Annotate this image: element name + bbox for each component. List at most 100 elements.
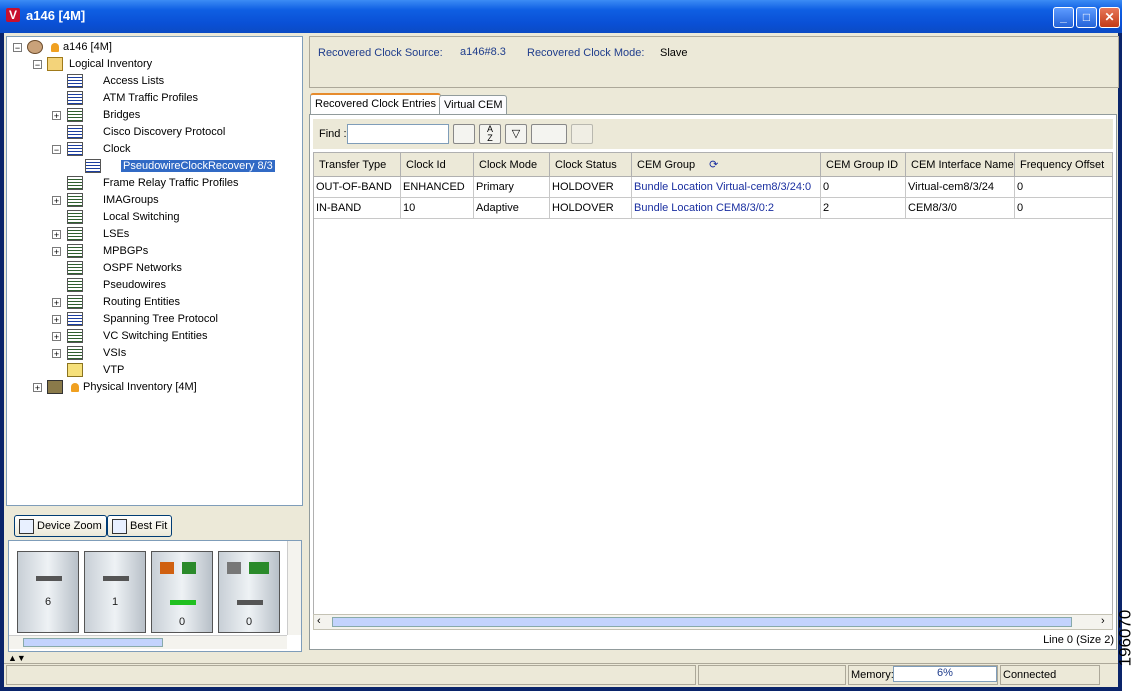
table-cell[interactable]: Virtual-cem8/3/24 bbox=[906, 177, 1015, 198]
alarm-bell-icon bbox=[51, 42, 59, 52]
chassis-icon bbox=[47, 380, 63, 395]
tree-item-clock[interactable]: Clock bbox=[67, 141, 131, 157]
chassis-slot[interactable]: 6 bbox=[17, 551, 79, 633]
table-cell[interactable]: HOLDOVER bbox=[550, 198, 632, 219]
expand-toggle[interactable]: + bbox=[52, 332, 61, 342]
port-icon bbox=[227, 562, 241, 574]
tree-physical-inventory[interactable]: Physical Inventory [4M] bbox=[47, 379, 197, 395]
column-header[interactable]: CEM Group ID bbox=[821, 153, 906, 177]
scroll-left-icon[interactable]: ‹ bbox=[317, 615, 321, 627]
collapse-toggle[interactable]: − bbox=[13, 43, 22, 53]
cem-group-link[interactable]: Bundle Location Virtual-cem8/3/24:0 bbox=[632, 177, 821, 198]
tree-item[interactable]: Access Lists bbox=[67, 73, 164, 89]
mode-value: Slave bbox=[660, 47, 688, 59]
expand-toggle[interactable]: + bbox=[33, 383, 42, 393]
table-cell[interactable]: Adaptive bbox=[474, 198, 550, 219]
tree-logical-inventory[interactable]: Logical Inventory bbox=[47, 56, 152, 72]
column-header[interactable]: CEM Group ⟳ bbox=[632, 153, 821, 177]
scroll-thumb[interactable] bbox=[23, 638, 163, 647]
inventory-tree[interactable]: − a146 [4M] − Logical Inventory Access L… bbox=[6, 36, 303, 506]
column-header[interactable]: Frequency Offset bbox=[1015, 153, 1112, 177]
tree-item[interactable]: Spanning Tree Protocol bbox=[67, 311, 218, 327]
tree-item[interactable]: Frame Relay Traffic Profiles bbox=[67, 175, 239, 191]
scroll-right-icon[interactable]: › bbox=[1101, 615, 1105, 627]
filter-icon[interactable]: ▽ bbox=[505, 124, 527, 144]
tab-virtual-cem[interactable]: Virtual CEM bbox=[439, 95, 508, 115]
best-fit-button[interactable]: Best Fit bbox=[107, 515, 173, 537]
expand-toggle[interactable]: + bbox=[52, 315, 61, 325]
table-cell[interactable]: 10 bbox=[401, 198, 474, 219]
collapse-toggle[interactable]: − bbox=[52, 145, 61, 155]
tree-item[interactable]: LSEs bbox=[67, 226, 129, 242]
tree-item[interactable]: VC Switching Entities bbox=[67, 328, 208, 344]
table-icon bbox=[67, 176, 83, 191]
tab-recovered-clock-entries[interactable]: Recovered Clock Entries bbox=[310, 93, 442, 115]
device-view[interactable]: 6 1 0 0 bbox=[8, 540, 302, 652]
close-button[interactable]: ✕ bbox=[1099, 7, 1120, 28]
table-cell[interactable]: 2 bbox=[821, 198, 906, 219]
clock-info-panel: Recovered Clock Source: a146#8.3 Recover… bbox=[309, 36, 1119, 88]
split-arrows-icon[interactable]: ▲▼ bbox=[8, 653, 26, 663]
device-zoom-button[interactable]: Device Zoom bbox=[14, 515, 107, 537]
save-icon[interactable] bbox=[453, 124, 475, 144]
tree-item[interactable]: Local Switching bbox=[67, 209, 179, 225]
expand-toggle[interactable]: + bbox=[52, 196, 61, 206]
table-cell[interactable]: IN-BAND bbox=[314, 198, 401, 219]
table-icon bbox=[67, 210, 83, 225]
tree-item[interactable]: VSIs bbox=[67, 345, 126, 361]
tree-item[interactable]: MPBGPs bbox=[67, 243, 148, 259]
table-hscroll[interactable]: ‹ › bbox=[313, 614, 1113, 630]
table-cell[interactable]: ENHANCED bbox=[401, 177, 474, 198]
tree-item[interactable]: IMAGroups bbox=[67, 192, 159, 208]
minimize-button[interactable]: _ bbox=[1053, 7, 1074, 28]
column-header[interactable]: Clock Status bbox=[550, 153, 632, 177]
table-cell[interactable]: 0 bbox=[821, 177, 906, 198]
tree-item-selected[interactable]: PseudowireClockRecovery 8/3 bbox=[85, 158, 275, 174]
tree-item[interactable]: Cisco Discovery Protocol bbox=[67, 124, 225, 140]
column-header[interactable]: Transfer Type bbox=[314, 153, 401, 177]
tree-root[interactable]: a146 [4M] bbox=[27, 39, 112, 55]
tree-item[interactable]: Bridges bbox=[67, 107, 140, 123]
device-hscroll[interactable] bbox=[9, 635, 287, 649]
column-header[interactable]: Clock Id bbox=[401, 153, 474, 177]
sort-az-icon[interactable]: AZ bbox=[479, 124, 501, 144]
table-cell[interactable]: Primary bbox=[474, 177, 550, 198]
table-cell[interactable]: HOLDOVER bbox=[550, 177, 632, 198]
columns-dropdown-icon[interactable] bbox=[531, 124, 567, 144]
tree-item[interactable]: OSPF Networks bbox=[67, 260, 182, 276]
expand-toggle[interactable]: + bbox=[52, 247, 61, 257]
tree-item[interactable]: ATM Traffic Profiles bbox=[67, 90, 198, 106]
scroll-thumb[interactable] bbox=[332, 617, 1072, 627]
source-value: a146#8.3 bbox=[460, 46, 506, 58]
expand-toggle[interactable]: + bbox=[52, 230, 61, 240]
cem-group-link[interactable]: Bundle Location CEM8/3/0:2 bbox=[632, 198, 821, 219]
device-vscroll[interactable] bbox=[287, 541, 301, 635]
chassis-slot[interactable]: 1 bbox=[84, 551, 146, 633]
table-cell[interactable]: OUT-OF-BAND bbox=[314, 177, 401, 198]
maximize-button[interactable]: □ bbox=[1076, 7, 1097, 28]
column-header[interactable]: CEM Interface Name bbox=[906, 153, 1015, 177]
source-label: Recovered Clock Source: bbox=[318, 47, 443, 59]
refresh-link-icon[interactable]: ⟳ bbox=[709, 159, 718, 171]
table-icon bbox=[67, 91, 83, 106]
table-icon bbox=[67, 295, 83, 310]
clock-entries-table[interactable]: Transfer Type Clock Id Clock Mode Clock … bbox=[313, 152, 1113, 622]
title-bar[interactable]: V a146 [4M] _ □ ✕ bbox=[0, 0, 1122, 33]
collapse-toggle[interactable]: − bbox=[33, 60, 42, 70]
port-icon bbox=[182, 562, 196, 574]
find-input[interactable] bbox=[347, 124, 449, 144]
table-cell[interactable]: 0 bbox=[1015, 177, 1112, 198]
tree-item[interactable]: Pseudowires bbox=[67, 277, 166, 293]
chassis-slot[interactable]: 0 bbox=[151, 551, 213, 633]
expand-toggle[interactable]: + bbox=[52, 111, 61, 121]
tree-item[interactable]: VTP bbox=[67, 362, 124, 378]
table-icon bbox=[67, 329, 83, 344]
table-cell[interactable]: 0 bbox=[1015, 198, 1112, 219]
column-header[interactable]: Clock Mode bbox=[474, 153, 550, 177]
table-cell[interactable]: CEM8/3/0 bbox=[906, 198, 1015, 219]
expand-toggle[interactable]: + bbox=[52, 298, 61, 308]
tree-item[interactable]: Routing Entities bbox=[67, 294, 180, 310]
chassis-slot[interactable]: 0 bbox=[218, 551, 280, 633]
expand-toggle[interactable]: + bbox=[52, 349, 61, 359]
slot-handle bbox=[237, 600, 263, 605]
